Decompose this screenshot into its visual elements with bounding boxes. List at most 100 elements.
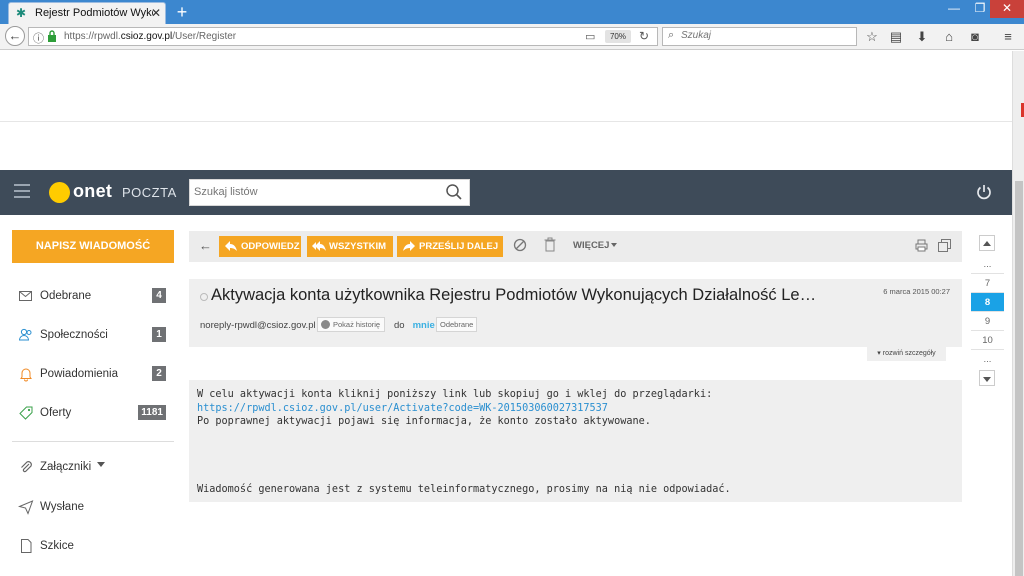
- sidebar-item-offers[interactable]: Oferty 1181: [18, 404, 178, 424]
- unread-count-badge: 1181: [138, 405, 166, 420]
- downloads-icon[interactable]: ⬇: [912, 28, 932, 46]
- sidebar-divider: [12, 441, 174, 442]
- open-new-window-icon[interactable]: [938, 239, 951, 252]
- trash-icon[interactable]: [544, 237, 556, 252]
- reply-label: ODPOWIEDZ: [241, 241, 300, 252]
- back-arrow-icon[interactable]: ←: [199, 238, 212, 253]
- sidebar-item-label: Powiadomienia: [40, 368, 118, 380]
- site-info-icon[interactable]: ⓘ: [33, 30, 44, 46]
- clock-icon: [321, 320, 330, 329]
- page-scrollbar[interactable]: [1012, 51, 1024, 576]
- reply-all-label: WSZYSTKIM: [329, 241, 386, 252]
- forward-icon: [403, 241, 415, 251]
- users-icon: [18, 328, 32, 341]
- mail-search-box[interactable]: [189, 179, 470, 206]
- search-icon[interactable]: [445, 183, 463, 201]
- pocket-icon[interactable]: ◙: [965, 28, 985, 46]
- close-tab-icon[interactable]: ✕: [151, 6, 161, 20]
- send-icon: [18, 500, 34, 515]
- pager-item[interactable]: 9: [971, 312, 1004, 331]
- sidebar-item-attachments[interactable]: Załączniki: [18, 458, 178, 478]
- reload-icon[interactable]: ↻: [639, 29, 649, 43]
- pager-item: ...: [971, 255, 1004, 274]
- body-line: Po poprawnej aktywacji pojawi się inform…: [197, 416, 651, 427]
- pager-item[interactable]: 10: [971, 331, 1004, 350]
- reply-button[interactable]: ODPOWIEDZ: [219, 236, 301, 257]
- browser-search-input[interactable]: [681, 30, 851, 41]
- sidebar-item-sent[interactable]: Wysłane: [18, 498, 178, 518]
- tag-icon: [19, 406, 33, 420]
- message-sender[interactable]: noreply-rpwdl@csioz.gov.pl: [200, 320, 316, 331]
- reply-all-button[interactable]: WSZYSTKIM: [307, 236, 393, 257]
- body-footer: Wiadomość generowana jest z systemu tele…: [197, 484, 731, 495]
- folder-badge[interactable]: Odebrane: [436, 317, 478, 332]
- message-header: Aktywacja konta użytkownika Rejestru Pod…: [189, 279, 962, 347]
- url-text: https://rpwdl.csioz.gov.pl/User/Register: [64, 31, 237, 42]
- logout-power-icon[interactable]: [975, 183, 993, 201]
- unread-count-badge: 2: [152, 366, 166, 381]
- inbox-icon: [19, 291, 32, 301]
- sidebar-item-drafts[interactable]: Szkice: [18, 537, 178, 557]
- browser-back-button[interactable]: ←: [5, 26, 25, 46]
- chevron-down-icon: [983, 377, 991, 382]
- pager-item: ...: [983, 354, 992, 365]
- site-favicon-icon: ✱: [16, 6, 27, 20]
- hamburger-menu-icon[interactable]: [14, 184, 30, 198]
- new-tab-button[interactable]: +: [172, 2, 192, 22]
- activation-link[interactable]: https://rpwdl.csioz.gov.pl/user/Activate…: [197, 403, 608, 414]
- sidebar-item-label: Odebrane: [40, 290, 92, 302]
- message-subject: Aktywacja konta użytkownika Rejestru Pod…: [211, 286, 817, 304]
- mail-search-input[interactable]: [194, 186, 434, 198]
- home-icon[interactable]: ⌂: [939, 28, 959, 46]
- lock-icon: [48, 30, 56, 42]
- browser-tab[interactable]: ✱ Rejestr Podmiotów Wykonu ✕: [8, 2, 166, 24]
- history-label: Pokaż historię: [333, 320, 381, 329]
- sidebar-item-social[interactable]: Społeczności 1: [18, 326, 178, 346]
- chevron-down-icon[interactable]: [97, 462, 105, 467]
- search-icon: ⌕: [668, 29, 675, 41]
- logo-word: onet: [73, 181, 113, 201]
- bookmark-star-icon[interactable]: ☆: [862, 28, 882, 46]
- close-window-button[interactable]: ✕: [990, 0, 1024, 18]
- reader-view-icon[interactable]: ▭: [585, 30, 595, 43]
- recipient-link[interactable]: mnie: [413, 320, 435, 331]
- sidebar-item-label: Wysłane: [40, 501, 84, 513]
- more-actions-dropdown[interactable]: WIĘCEJ: [573, 240, 618, 251]
- unread-count-badge: 4: [152, 288, 166, 303]
- forward-label: PRZEŚLIJ DALEJ: [419, 241, 499, 252]
- ad-divider: [0, 121, 1012, 122]
- minimize-window-button[interactable]: —: [940, 0, 968, 18]
- pager-item-active[interactable]: 8: [971, 293, 1004, 312]
- reply-all-icon: [312, 241, 326, 251]
- browser-search-bar[interactable]: ⌕: [662, 27, 857, 46]
- sidebar-item-label: Oferty: [40, 407, 72, 419]
- zoom-indicator[interactable]: 70%: [605, 30, 631, 43]
- reading-list-icon[interactable]: ▤: [886, 28, 906, 46]
- browser-titlebar: ✱ Rejestr Podmiotów Wykonu ✕ + — ❐ ✕: [0, 0, 1024, 24]
- reply-icon: [225, 241, 237, 251]
- menu-icon[interactable]: ≡: [998, 28, 1018, 46]
- url-bar[interactable]: ⓘ https://rpwdl.csioz.gov.pl/User/Regist…: [28, 27, 658, 46]
- compose-button[interactable]: NAPISZ WIADOMOŚĆ: [12, 230, 174, 263]
- page-viewport: onet POCZTA NAPISZ WIADOMOŚĆ Odebrane 4 …: [0, 51, 1012, 576]
- sidebar-item-label: Szkice: [40, 540, 74, 552]
- paperclip-icon: [21, 461, 32, 473]
- message-body: W celu aktywacji konta kliknij poniższy …: [189, 380, 962, 502]
- pager-item[interactable]: 7: [971, 274, 1004, 293]
- sidebar-item-label: Załączniki: [40, 461, 92, 473]
- sidebar-item-inbox[interactable]: Odebrane 4: [18, 287, 178, 307]
- expand-details-button[interactable]: ▾ rozwiń szczegóły: [867, 347, 946, 361]
- message-recipient: do mnie: [394, 320, 435, 331]
- pager-down-button[interactable]: [979, 370, 995, 386]
- scrollbar-thumb[interactable]: [1015, 181, 1023, 576]
- block-spam-icon[interactable]: [513, 238, 527, 252]
- logo-subtitle: POCZTA: [122, 185, 177, 200]
- forward-button[interactable]: PRZEŚLIJ DALEJ: [397, 236, 503, 257]
- chevron-up-icon: [983, 241, 991, 246]
- pager-up-button[interactable]: [979, 235, 995, 251]
- sidebar-item-notifications[interactable]: Powiadomienia 2: [18, 365, 178, 385]
- print-icon[interactable]: [915, 239, 928, 252]
- read-status-icon[interactable]: [200, 293, 208, 301]
- show-history-button[interactable]: Pokaż historię: [317, 317, 386, 332]
- bell-icon: [20, 368, 32, 382]
